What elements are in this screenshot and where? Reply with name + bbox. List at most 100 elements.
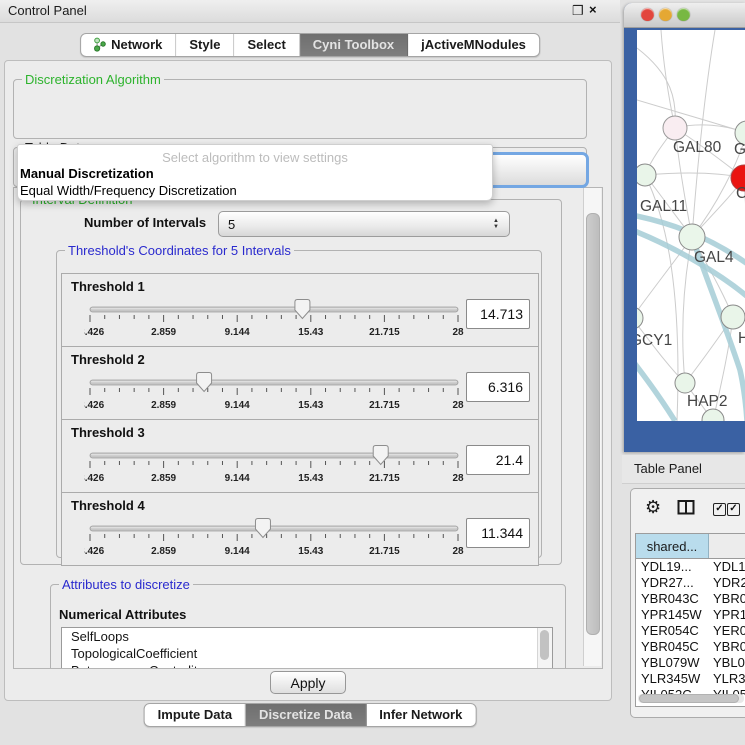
table-row[interactable]: YBL079WYBL079W <box>636 655 745 671</box>
tab-jactivemnodules[interactable]: jActiveMNodules <box>408 34 539 56</box>
bottom-tab-impute-data[interactable]: Impute Data <box>145 704 246 726</box>
table-panel-titlebar: Table Panel <box>622 455 745 484</box>
table-row[interactable]: YBR045CYBR045C <box>636 639 745 655</box>
cell-name[interactable]: YBR043C <box>708 591 745 607</box>
slider-thumb[interactable] <box>197 373 212 392</box>
checkbox-checked-icon[interactable]: ✓ <box>713 503 726 516</box>
attribute-item-betweennesscentrality[interactable]: BetweennessCentrality <box>62 662 552 669</box>
apply-button[interactable]: Apply <box>270 671 346 694</box>
threshold-slider[interactable]: -3.4262.8599.14415.4321.71528 <box>84 371 464 413</box>
minimize-traffic-light-icon[interactable] <box>659 8 672 21</box>
cell-name[interactable]: YBR045C <box>708 639 745 655</box>
cell-shared-name[interactable]: YLR345W <box>636 671 708 687</box>
algorithm-dropdown-popup: Select algorithm to view settings Manual… <box>17 144 493 201</box>
cell-name[interactable]: YBL079W <box>708 655 745 671</box>
cell-name[interactable]: YER054C <box>708 623 745 639</box>
tab-network[interactable]: Network <box>81 34 176 56</box>
svg-text:-3.426: -3.426 <box>84 473 105 484</box>
control-panel-titlebar: Control Panel ❒ × <box>0 0 620 23</box>
slider-thumb[interactable] <box>255 519 270 538</box>
network-node[interactable] <box>637 307 643 329</box>
attribute-items: SelfLoopsTopologicalCoefficientBetweenne… <box>62 628 552 669</box>
table-row[interactable]: YPR145WYPR145W <box>636 607 745 623</box>
cyni-toolbox-panel: Discretization Algorithm Select algorith… <box>4 60 612 701</box>
cell-shared-name[interactable]: YBR045C <box>636 639 708 655</box>
popup-item-equal-width-frequency[interactable]: Equal Width/Frequency Discretization <box>20 183 237 198</box>
network-node[interactable] <box>675 373 695 393</box>
svg-text:28: 28 <box>452 327 464 338</box>
svg-text:9.144: 9.144 <box>225 473 250 484</box>
attribute-item-topologicalcoefficient[interactable]: TopologicalCoefficient <box>62 645 552 662</box>
gear-icon[interactable]: ⚙ <box>645 497 661 518</box>
threshold-slider[interactable]: -3.4262.8599.14415.4321.71528 <box>84 298 464 340</box>
network-canvas[interactable]: GAL80GACGAL11GAL4GCY1HHAP2 <box>637 30 745 421</box>
attributes-scrollbar[interactable] <box>537 628 552 669</box>
settings-scrollbar-thumb[interactable] <box>586 213 600 635</box>
table-hscrollbar-thumb[interactable] <box>639 694 739 703</box>
column-header-name[interactable]: name <box>709 534 745 558</box>
threshold-slider[interactable]: -3.4262.8599.14415.4321.71528 <box>84 517 464 559</box>
slider-thumb[interactable] <box>295 300 310 319</box>
svg-text:15.43: 15.43 <box>298 473 323 484</box>
bottom-tab-discretize-data[interactable]: Discretize Data <box>246 704 366 726</box>
threshold-slider[interactable]: -3.4262.8599.14415.4321.71528 <box>84 444 464 486</box>
network-window-titlebar <box>624 3 745 28</box>
table-row[interactable]: YLR345WYLR345W <box>636 671 745 687</box>
network-edge-thick[interactable] <box>637 360 675 421</box>
tab-select[interactable]: Select <box>234 34 299 56</box>
network-icon <box>94 37 106 52</box>
split-columns-icon[interactable] <box>677 499 695 516</box>
cell-shared-name[interactable]: YBL079W <box>636 655 708 671</box>
table-horizontal-scrollbar[interactable] <box>638 694 744 703</box>
checkbox-checked-icon[interactable]: ✓ <box>727 503 740 516</box>
network-edge[interactable] <box>692 30 715 237</box>
float-window-icon[interactable]: ❒ <box>572 3 584 19</box>
close-traffic-light-icon[interactable] <box>641 8 654 21</box>
cell-name[interactable]: YPR145W <box>708 607 745 623</box>
tab-cyni-toolbox[interactable]: Cyni Toolbox <box>300 34 408 56</box>
tab-style[interactable]: Style <box>176 34 234 56</box>
attribute-item-selfloops[interactable]: SelfLoops <box>62 628 552 645</box>
cell-name[interactable]: YDR27... <box>708 575 745 591</box>
cell-shared-name[interactable]: YDR27... <box>636 575 708 591</box>
network-edge[interactable] <box>661 30 675 128</box>
column-header-shared-name[interactable]: shared... <box>636 534 709 558</box>
table-row[interactable]: YBR043CYBR043C <box>636 591 745 607</box>
svg-text:9.144: 9.144 <box>225 400 250 411</box>
close-icon[interactable]: × <box>589 2 597 17</box>
network-node[interactable] <box>637 164 656 186</box>
slider-thumb[interactable] <box>373 446 388 465</box>
network-edge[interactable] <box>637 48 675 128</box>
cell-shared-name[interactable]: YBR043C <box>636 591 708 607</box>
cell-shared-name[interactable]: YER054C <box>636 623 708 639</box>
table-header-row: shared... name <box>636 534 745 559</box>
cell-shared-name[interactable]: YPR145W <box>636 607 708 623</box>
zoom-traffic-light-icon[interactable] <box>677 8 690 21</box>
popup-item-manual-discretization[interactable]: Manual Discretization <box>20 166 154 181</box>
attributes-scrollbar-thumb[interactable] <box>540 630 549 660</box>
table-panel: ⚙ ✓ ✓ shared... name YDL19...YDL19...YDR… <box>630 488 745 718</box>
cell-name[interactable]: YLR345W <box>708 671 745 687</box>
svg-text:21.715: 21.715 <box>369 473 400 484</box>
table-row[interactable]: YDL19...YDL19... <box>636 559 745 575</box>
cell-name[interactable]: YDL19... <box>708 559 745 575</box>
network-node[interactable] <box>721 305 745 329</box>
table-panel-toolbar: ⚙ ✓ ✓ <box>631 489 745 531</box>
threshold-label: Threshold 1 <box>71 279 145 294</box>
threshold-3-value-input[interactable] <box>466 445 530 475</box>
svg-text:2.859: 2.859 <box>151 327 176 338</box>
network-node[interactable] <box>663 116 687 140</box>
cell-shared-name[interactable]: YDL19... <box>636 559 708 575</box>
svg-text:15.43: 15.43 <box>298 546 323 557</box>
bottom-tab-infer-network[interactable]: Infer Network <box>366 704 475 726</box>
table-row[interactable]: YDR27...YDR27... <box>636 575 745 591</box>
threshold-1-value-input[interactable] <box>466 299 530 329</box>
threshold-4-value-input[interactable] <box>466 518 530 548</box>
network-node[interactable] <box>679 224 705 250</box>
thresholds-group: Threshold's Coordinates for 5 Intervals … <box>56 244 542 558</box>
settings-vertical-scrollbar[interactable] <box>583 188 601 666</box>
number-of-intervals-select[interactable]: 5 ▲▼ <box>218 211 510 237</box>
table-row[interactable]: YER054CYER054C <box>636 623 745 639</box>
threshold-2-value-input[interactable] <box>466 372 530 402</box>
numerical-attributes-list[interactable]: SelfLoopsTopologicalCoefficientBetweenne… <box>61 627 553 669</box>
